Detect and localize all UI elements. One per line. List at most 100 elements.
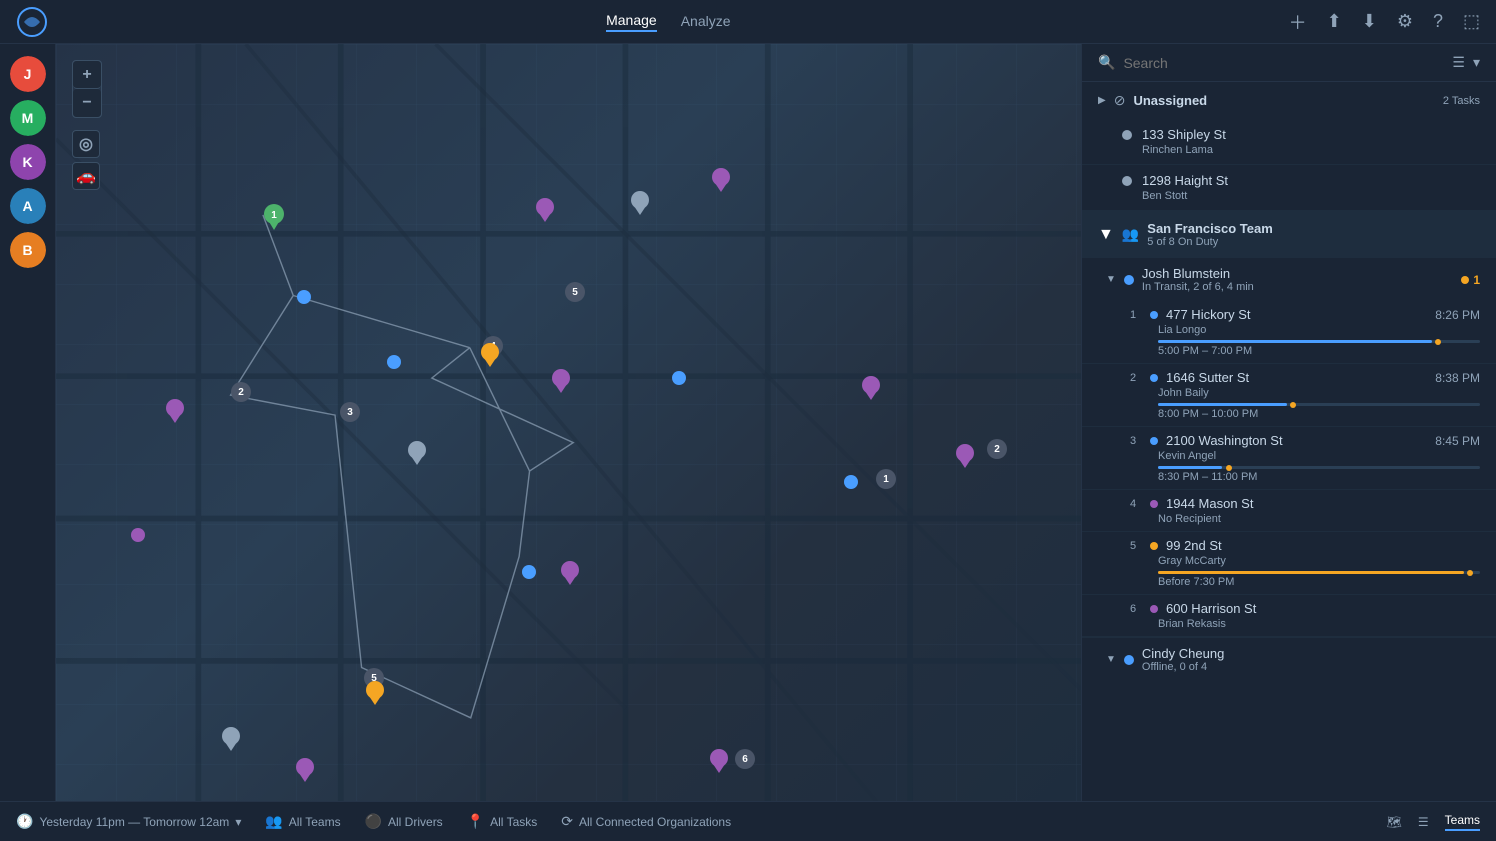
delivery-dot-3 — [1150, 437, 1158, 445]
avatar-2[interactable]: M — [10, 100, 46, 136]
teams-tab[interactable]: Teams — [1445, 813, 1480, 831]
map-pin-yellow-1[interactable] — [481, 343, 501, 363]
delivery-3[interactable]: 3 2100 Washington St 8:45 PM Kevin Angel… — [1082, 427, 1496, 490]
nav-manage[interactable]: Manage — [606, 12, 657, 32]
search-right: ☰ ▾ — [1452, 54, 1480, 71]
map-pin-gray-1[interactable] — [408, 441, 428, 461]
task-item-1[interactable]: 133 Shipley St Rinchen Lama — [1082, 119, 1496, 165]
driver-cindy[interactable]: ▼ Cindy Cheung Offline, 0 of 4 — [1082, 637, 1496, 681]
map-pin-gray-3[interactable] — [631, 191, 651, 211]
map-pin-blue-4[interactable] — [843, 474, 863, 494]
sort-icon[interactable]: ▾ — [1473, 54, 1480, 71]
zoom-in-button[interactable]: + — [73, 61, 101, 89]
delivery-num-3: 3 — [1130, 435, 1142, 447]
delivery-address-4: 1944 Mason St — [1166, 496, 1480, 511]
delivery-person-2: John Baily — [1158, 387, 1480, 399]
team-section-header[interactable]: ▼ 👥 San Francisco Team 5 of 8 On Duty — [1082, 211, 1496, 258]
list-tab[interactable]: ☰ — [1418, 815, 1429, 829]
map-pin-purple-10[interactable] — [956, 444, 976, 464]
add-icon[interactable]: ＋ — [1289, 9, 1307, 35]
map-pin-purple-4[interactable] — [561, 561, 581, 581]
map-pin-gray-2[interactable] — [222, 727, 242, 747]
map-pin-blue-1[interactable] — [296, 289, 316, 309]
delivery-2[interactable]: 2 1646 Sutter St 8:38 PM John Baily 8:00… — [1082, 364, 1496, 427]
delivery-dot-4 — [1150, 500, 1158, 508]
import-icon[interactable]: ⬆ — [1327, 11, 1342, 32]
search-input[interactable] — [1123, 55, 1444, 71]
bottom-bar: 🕐 Yesterday 11pm — Tomorrow 12am ▾ 👥 All… — [0, 801, 1496, 841]
driver-cindy-status: Offline, 0 of 4 — [1142, 661, 1480, 673]
delivery-4[interactable]: 4 1944 Mason St No Recipient — [1082, 490, 1496, 532]
panel-list: ▶ ⊘ Unassigned 2 Tasks 133 Shipley St Ri… — [1082, 82, 1496, 801]
driver-josh-info: Josh Blumstein In Transit, 2 of 6, 4 min — [1142, 266, 1453, 293]
map-num-5b[interactable]: 5 — [565, 282, 585, 302]
delivery-dot-1 — [1150, 311, 1158, 319]
map-pin-purple-1[interactable] — [166, 399, 186, 419]
account-icon[interactable]: ⬚ — [1463, 11, 1480, 32]
map-num-2[interactable]: 2 — [231, 382, 251, 402]
map-pin-purple-2[interactable] — [552, 369, 572, 389]
task-item-2[interactable]: 1298 Haight St Ben Stott — [1082, 165, 1496, 211]
map-num-3[interactable]: 3 — [340, 402, 360, 422]
map-pin-purple-7[interactable] — [712, 168, 732, 188]
team-name: San Francisco Team — [1147, 221, 1480, 236]
delivery-time-3: 8:45 PM — [1435, 434, 1480, 448]
unassigned-title: Unassigned — [1133, 93, 1434, 108]
map-pin-purple-3[interactable] — [862, 376, 882, 396]
time-range-item[interactable]: 🕐 Yesterday 11pm — Tomorrow 12am ▾ — [16, 813, 241, 830]
delivery-window-2: 8:00 PM – 10:00 PM — [1158, 408, 1480, 420]
orgs-item[interactable]: ⟳ All Connected Organizations — [561, 813, 731, 830]
map-pin-blue-2[interactable] — [386, 354, 406, 374]
map-tab[interactable]: 🗺 — [1387, 815, 1402, 829]
delivery-num-4: 4 — [1130, 498, 1142, 510]
map-pin-green[interactable]: 1 — [264, 204, 284, 224]
driver-josh[interactable]: ▼ Josh Blumstein In Transit, 2 of 6, 4 m… — [1082, 258, 1496, 301]
delivery-6[interactable]: 6 600 Harrison St Brian Rekasis — [1082, 595, 1496, 637]
list-view-icon[interactable]: ☰ — [1452, 54, 1465, 71]
avatar-3[interactable]: K — [10, 144, 46, 180]
zoom-out-button[interactable]: − — [73, 89, 101, 117]
badge-num: 1 — [1473, 273, 1480, 287]
delivery-num-1: 1 — [1130, 309, 1142, 321]
avatar-1[interactable]: J — [10, 56, 46, 92]
badge-dot — [1461, 276, 1469, 284]
map-num-1[interactable]: 1 — [876, 469, 896, 489]
nav-analyze[interactable]: Analyze — [681, 13, 731, 31]
time-bar-dot-2 — [1290, 402, 1296, 408]
driver-cindy-info: Cindy Cheung Offline, 0 of 4 — [1142, 646, 1480, 673]
map-grid — [56, 44, 1081, 801]
left-sidebar: J M K A B — [0, 44, 56, 801]
map-pin-purple-9[interactable] — [710, 749, 730, 769]
driver-josh-badge: 1 — [1461, 273, 1480, 287]
delivery-5[interactable]: 5 99 2nd St Gray McCarty Before 7:30 PM — [1082, 532, 1496, 595]
map-pin-blue-3[interactable] — [671, 370, 691, 390]
delivery-1[interactable]: 1 477 Hickory St 8:26 PM Lia Longo 5:00 … — [1082, 301, 1496, 364]
map-pin-purple-5[interactable] — [130, 527, 150, 547]
tasks-item[interactable]: 📍 All Tasks — [467, 813, 538, 830]
settings-icon[interactable]: ⚙ — [1397, 11, 1413, 32]
teams-item[interactable]: 👥 All Teams — [265, 813, 340, 830]
map-num-6[interactable]: 6 — [735, 749, 755, 769]
help-icon[interactable]: ? — [1433, 11, 1443, 32]
unassigned-section-header[interactable]: ▶ ⊘ Unassigned 2 Tasks — [1082, 82, 1496, 119]
car-button[interactable]: 🚗 — [72, 162, 100, 190]
task-address-2: 1298 Haight St — [1142, 173, 1480, 188]
time-bar-5 — [1158, 571, 1480, 574]
map-pin-yellow-2[interactable] — [366, 681, 386, 701]
avatar-4[interactable]: A — [10, 188, 46, 224]
map-num-2b[interactable]: 2 — [987, 439, 1007, 459]
delivery-dot-6 — [1150, 605, 1158, 613]
avatar-5[interactable]: B — [10, 232, 46, 268]
unassigned-icon: ⊘ — [1114, 92, 1126, 109]
drivers-item[interactable]: ⚫ All Drivers — [365, 813, 443, 830]
map-pin-purple-6[interactable] — [536, 198, 556, 218]
tasks-icon: 📍 — [467, 813, 484, 830]
map-pin-blue-5[interactable] — [521, 564, 541, 584]
main-content: J M K A B — [0, 44, 1496, 801]
locate-button[interactable]: ◎ — [72, 130, 100, 158]
search-bar: 🔍 ☰ ▾ — [1082, 44, 1496, 82]
map-pin-purple-8[interactable] — [296, 758, 316, 778]
driver-cindy-dot — [1124, 655, 1134, 665]
download-icon[interactable]: ⬇ — [1362, 11, 1377, 32]
orgs-icon: ⟳ — [561, 813, 573, 830]
